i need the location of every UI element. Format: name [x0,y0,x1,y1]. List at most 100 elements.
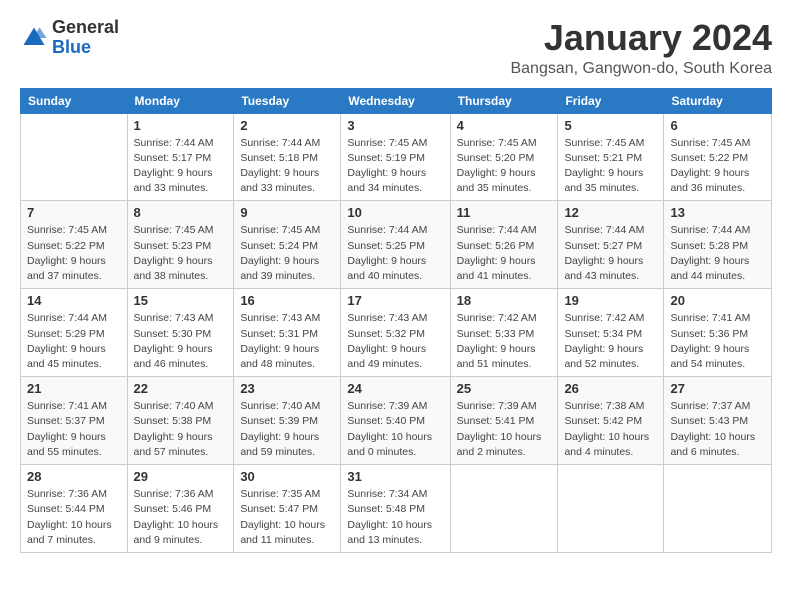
day-number: 18 [457,293,552,308]
day-number: 24 [347,381,443,396]
table-row [21,113,128,201]
day-info: Sunrise: 7:39 AMSunset: 5:41 PMDaylight:… [457,399,552,460]
day-info: Sunrise: 7:45 AMSunset: 5:22 PMDaylight:… [670,136,765,197]
day-number: 21 [27,381,121,396]
day-info: Sunrise: 7:41 AMSunset: 5:36 PMDaylight:… [670,311,765,372]
table-row: 25 Sunrise: 7:39 AMSunset: 5:41 PMDayligh… [450,377,558,465]
title-block: January 2024 Bangsan, Gangwon-do, South … [510,18,772,78]
table-row: 6 Sunrise: 7:45 AMSunset: 5:22 PMDaylight… [664,113,772,201]
location-title: Bangsan, Gangwon-do, South Korea [510,60,772,78]
calendar-table: Sunday Monday Tuesday Wednesday Thursday… [20,88,772,553]
day-info: Sunrise: 7:43 AMSunset: 5:32 PMDaylight:… [347,311,443,372]
table-row: 17 Sunrise: 7:43 AMSunset: 5:32 PMDayligh… [341,289,450,377]
table-row: 29 Sunrise: 7:36 AMSunset: 5:46 PMDayligh… [127,465,234,553]
day-info: Sunrise: 7:43 AMSunset: 5:31 PMDaylight:… [240,311,334,372]
table-row: 24 Sunrise: 7:39 AMSunset: 5:40 PMDayligh… [341,377,450,465]
day-number: 31 [347,469,443,484]
day-info: Sunrise: 7:35 AMSunset: 5:47 PMDaylight:… [240,487,334,548]
day-number: 25 [457,381,552,396]
day-info: Sunrise: 7:45 AMSunset: 5:20 PMDaylight:… [457,136,552,197]
day-info: Sunrise: 7:42 AMSunset: 5:33 PMDaylight:… [457,311,552,372]
day-info: Sunrise: 7:45 AMSunset: 5:23 PMDaylight:… [134,223,228,284]
day-number: 10 [347,205,443,220]
day-info: Sunrise: 7:44 AMSunset: 5:25 PMDaylight:… [347,223,443,284]
logo: General Blue [20,18,119,58]
day-number: 19 [564,293,657,308]
table-row: 30 Sunrise: 7:35 AMSunset: 5:47 PMDayligh… [234,465,341,553]
calendar-week-row: 7Sunrise: 7:45 AMSunset: 5:22 PMDaylight… [21,201,772,289]
logo-text: General Blue [52,18,119,58]
day-info: Sunrise: 7:36 AMSunset: 5:46 PMDaylight:… [134,487,228,548]
table-row: 12 Sunrise: 7:44 AMSunset: 5:27 PMDayligh… [558,201,664,289]
day-number: 13 [670,205,765,220]
table-row: 5 Sunrise: 7:45 AMSunset: 5:21 PMDaylight… [558,113,664,201]
col-monday: Monday [127,88,234,113]
day-info: Sunrise: 7:42 AMSunset: 5:34 PMDaylight:… [564,311,657,372]
day-info: Sunrise: 7:38 AMSunset: 5:42 PMDaylight:… [564,399,657,460]
day-number: 17 [347,293,443,308]
table-row: 22 Sunrise: 7:40 AMSunset: 5:38 PMDayligh… [127,377,234,465]
day-info: Sunrise: 7:40 AMSunset: 5:39 PMDaylight:… [240,399,334,460]
table-row [664,465,772,553]
table-row: 14 Sunrise: 7:44 AMSunset: 5:29 PMDayligh… [21,289,128,377]
day-info: Sunrise: 7:45 AMSunset: 5:24 PMDaylight:… [240,223,334,284]
logo-general-text: General [52,18,119,38]
day-number: 23 [240,381,334,396]
col-thursday: Thursday [450,88,558,113]
day-info: Sunrise: 7:36 AMSunset: 5:44 PMDaylight:… [27,487,121,548]
table-row: 8 Sunrise: 7:45 AMSunset: 5:23 PMDaylight… [127,201,234,289]
day-number: 1 [134,118,228,133]
day-number: 20 [670,293,765,308]
day-number: 11 [457,205,552,220]
day-number: 16 [240,293,334,308]
table-row: 10 Sunrise: 7:44 AMSunset: 5:25 PMDayligh… [341,201,450,289]
calendar-week-row: 21 Sunrise: 7:41 AMSunset: 5:37 PMDayligh… [21,377,772,465]
day-number: 26 [564,381,657,396]
table-row: 26 Sunrise: 7:38 AMSunset: 5:42 PMDayligh… [558,377,664,465]
day-number: 12 [564,205,657,220]
day-info: Sunrise: 7:45 AMSunset: 5:21 PMDaylight:… [564,136,657,197]
table-row: 19 Sunrise: 7:42 AMSunset: 5:34 PMDayligh… [558,289,664,377]
col-saturday: Saturday [664,88,772,113]
col-tuesday: Tuesday [234,88,341,113]
day-number: 29 [134,469,228,484]
calendar-week-row: 28Sunrise: 7:36 AMSunset: 5:44 PMDayligh… [21,465,772,553]
day-number: 22 [134,381,228,396]
col-wednesday: Wednesday [341,88,450,113]
day-info: Sunrise: 7:37 AMSunset: 5:43 PMDaylight:… [670,399,765,460]
day-number: 2 [240,118,334,133]
table-row: 15Sunrise: 7:43 AMSunset: 5:30 PMDayligh… [127,289,234,377]
day-info: Sunrise: 7:39 AMSunset: 5:40 PMDaylight:… [347,399,443,460]
day-info: Sunrise: 7:43 AMSunset: 5:30 PMDaylight:… [134,311,228,372]
day-number: 30 [240,469,334,484]
table-row: 23 Sunrise: 7:40 AMSunset: 5:39 PMDayligh… [234,377,341,465]
table-row: 7Sunrise: 7:45 AMSunset: 5:22 PMDaylight… [21,201,128,289]
day-info: Sunrise: 7:44 AMSunset: 5:27 PMDaylight:… [564,223,657,284]
table-row: 28Sunrise: 7:36 AMSunset: 5:44 PMDayligh… [21,465,128,553]
col-sunday: Sunday [21,88,128,113]
calendar-week-row: 14 Sunrise: 7:44 AMSunset: 5:29 PMDayligh… [21,289,772,377]
table-row: 16 Sunrise: 7:43 AMSunset: 5:31 PMDayligh… [234,289,341,377]
day-number: 8 [134,205,228,220]
day-info: Sunrise: 7:40 AMSunset: 5:38 PMDaylight:… [134,399,228,460]
table-row [450,465,558,553]
day-info: Sunrise: 7:44 AMSunset: 5:28 PMDaylight:… [670,223,765,284]
day-info: Sunrise: 7:45 AMSunset: 5:22 PMDaylight:… [27,223,121,284]
day-info: Sunrise: 7:34 AMSunset: 5:48 PMDaylight:… [347,487,443,548]
day-number: 27 [670,381,765,396]
table-row: 21 Sunrise: 7:41 AMSunset: 5:37 PMDayligh… [21,377,128,465]
day-info: Sunrise: 7:45 AMSunset: 5:19 PMDaylight:… [347,136,443,197]
table-row: 27 Sunrise: 7:37 AMSunset: 5:43 PMDayligh… [664,377,772,465]
day-number: 5 [564,118,657,133]
month-title: January 2024 [510,18,772,58]
day-number: 6 [670,118,765,133]
table-row: 2Sunrise: 7:44 AMSunset: 5:18 PMDaylight… [234,113,341,201]
table-row: 18 Sunrise: 7:42 AMSunset: 5:33 PMDayligh… [450,289,558,377]
table-row: 20 Sunrise: 7:41 AMSunset: 5:36 PMDayligh… [664,289,772,377]
col-friday: Friday [558,88,664,113]
day-number: 14 [27,293,121,308]
day-info: Sunrise: 7:41 AMSunset: 5:37 PMDaylight:… [27,399,121,460]
calendar-week-row: 1Sunrise: 7:44 AMSunset: 5:17 PMDaylight… [21,113,772,201]
day-number: 9 [240,205,334,220]
day-info: Sunrise: 7:44 AMSunset: 5:29 PMDaylight:… [27,311,121,372]
